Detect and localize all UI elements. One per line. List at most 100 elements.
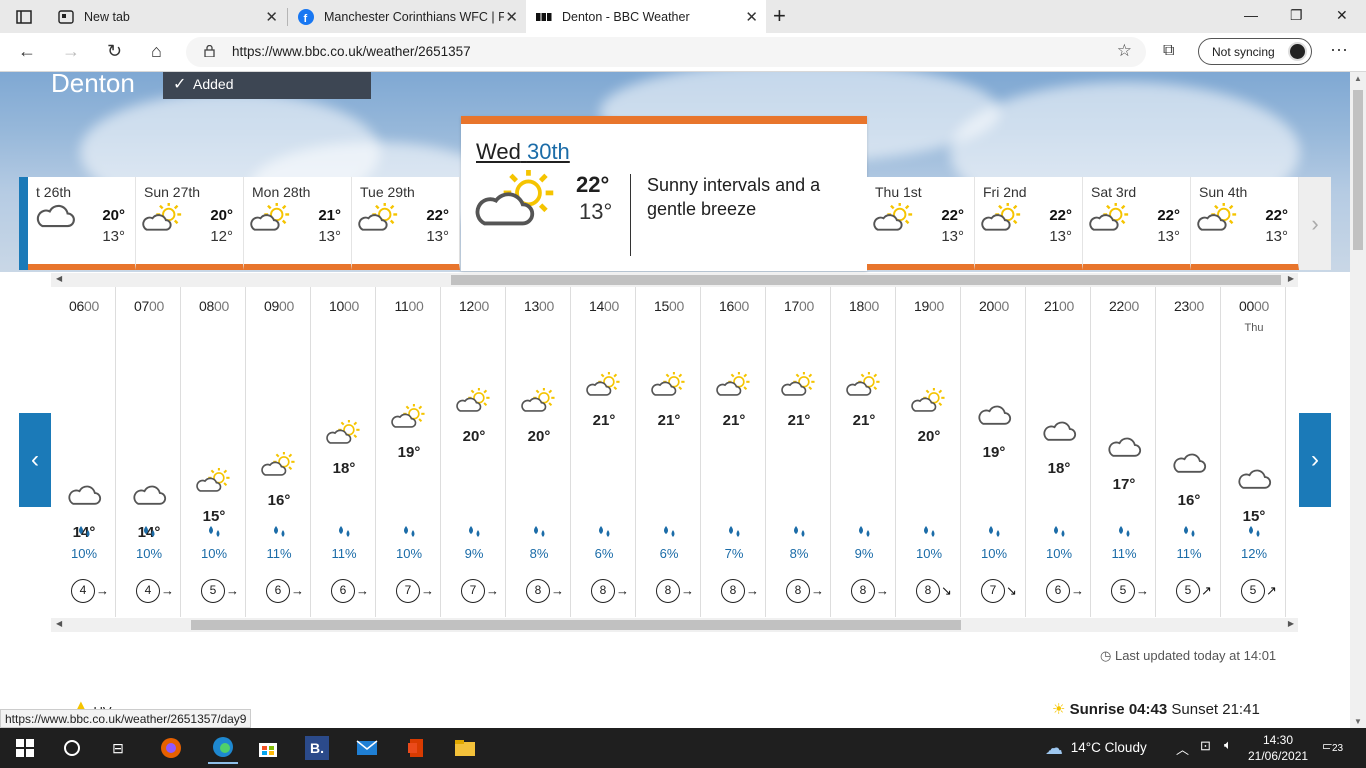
scroll-thumb[interactable]	[451, 275, 1281, 285]
close-tab-icon[interactable]: ✕	[745, 8, 758, 26]
file-explorer-icon[interactable]	[453, 736, 477, 760]
tab-actions-icon[interactable]	[12, 5, 36, 29]
day-card[interactable]: Sat 3rd 22° 13°	[1083, 177, 1191, 270]
hour-m: 00	[929, 298, 944, 314]
hour-m: 00	[1059, 298, 1074, 314]
store-icon[interactable]	[256, 736, 280, 760]
new-tab-button[interactable]: +	[773, 3, 786, 29]
favorite-star-icon[interactable]: ☆	[1117, 41, 1132, 61]
edge-icon[interactable]	[208, 732, 238, 764]
hour-column[interactable]: 1100 19° 10% 7 →	[377, 287, 441, 617]
back-icon[interactable]: ←	[18, 41, 36, 62]
rain-chance: 7%	[724, 546, 744, 561]
hour-column[interactable]: 1000 18° 11% 6 →	[312, 287, 376, 617]
hour-column[interactable]: 0600 14° 10% 4 →	[52, 287, 116, 617]
added-location-button[interactable]: ✓ Added	[163, 72, 371, 99]
day-card[interactable]: Sun 27th 20° 12°	[136, 177, 244, 270]
high-temp: 20°	[210, 207, 233, 224]
hour-column[interactable]: 0700 14° 10% 4 →	[117, 287, 181, 617]
collections-icon[interactable]: ⧉	[1163, 42, 1174, 60]
clock[interactable]: 14:30 21/06/2021	[1248, 732, 1308, 764]
scroll-thumb[interactable]	[1353, 90, 1363, 250]
hour-temp: 15°	[1242, 508, 1266, 525]
hour-column[interactable]: 2000 19° 10% 7 ↘	[962, 287, 1026, 617]
hour-column[interactable]: 1800 21° 9% 8 →	[832, 287, 896, 617]
windows-start-icon[interactable]	[13, 736, 37, 760]
network-icon[interactable]: ⊡	[1200, 738, 1211, 754]
page-scrollbar[interactable]: ▲ ▼	[1350, 72, 1366, 728]
location-name: Denton	[51, 72, 135, 98]
sun-cloud-icon	[521, 387, 557, 420]
day-card[interactable]: Sun 4th 22° 13°	[1191, 177, 1299, 270]
hour-column[interactable]: 1700 21° 8% 8 →	[767, 287, 831, 617]
hour-column[interactable]: 1200 20° 9% 7 →	[442, 287, 506, 617]
wind-direction-icon: ↘	[1006, 583, 1017, 598]
hour-column[interactable]: 2300 16° 11% 5 ↗	[1157, 287, 1221, 617]
hour-column[interactable]: 1900 20° 10% 8 ↘	[897, 287, 961, 617]
hour-time: 1700	[767, 298, 831, 314]
scroll-thumb[interactable]	[191, 620, 961, 630]
facebook-icon: f	[298, 8, 314, 25]
hour-column[interactable]: 1600 21° 7% 8 →	[702, 287, 766, 617]
hours-scrollbar[interactable]: ◀ ▶	[51, 618, 1298, 632]
hour-m: 00	[84, 298, 99, 314]
selected-day-panel[interactable]: Wed 30th 22° 13° Sunny intervals and a g…	[461, 116, 867, 271]
day-card[interactable]: t 26th 20° 13°	[28, 177, 136, 270]
day-name: Fri 2nd	[983, 184, 1027, 200]
wind-speed: 7	[461, 579, 485, 603]
hour-time: 1600	[702, 298, 766, 314]
notifications-button[interactable]: ▭ 23	[1322, 738, 1346, 754]
hour-h: 16	[719, 298, 734, 314]
hour-column[interactable]: 1400 21° 6% 8 →	[572, 287, 636, 617]
mail-icon[interactable]	[355, 736, 379, 760]
more-menu-icon[interactable]: ···	[1330, 39, 1348, 60]
weather-widget[interactable]: ☁ 14°C Cloudy	[1045, 738, 1147, 759]
url-field[interactable]: https://www.bbc.co.uk/weather/2651357 ☆	[186, 37, 1146, 67]
day-card[interactable]: Fri 2nd 22° 13°	[975, 177, 1083, 270]
volume-icon[interactable]: 🔈︎	[1224, 737, 1232, 753]
refresh-icon[interactable]: ↻	[107, 41, 122, 62]
day-card[interactable]: Tue 29th 22° 13°	[352, 177, 460, 270]
tab-manchester-corinthians[interactable]: f Manchester Corinthians WFC | Fa ✕	[288, 0, 526, 33]
days-scrollbar[interactable]: ◀ ▶	[51, 273, 1298, 287]
hour-h: 20	[979, 298, 994, 314]
close-window-icon[interactable]: ✕	[1336, 7, 1348, 24]
hour-column[interactable]: 0800 15° 10% 5 →	[182, 287, 246, 617]
day-card[interactable]: Mon 28th 21° 13°	[244, 177, 352, 270]
hours-next-button[interactable]: ›	[1299, 413, 1331, 507]
wind-speed: 8	[591, 579, 615, 603]
rain-chance: 12%	[1240, 546, 1268, 561]
wind-speed: 8	[916, 579, 940, 603]
day-card[interactable]: Thu 1st 22° 13°	[867, 177, 975, 270]
tab-bbc-weather[interactable]: Denton - BBC Weather ✕	[526, 0, 766, 33]
hour-column[interactable]: 0000 Thu 15° 12% 5 ↗	[1222, 287, 1286, 617]
wind-speed: 8	[851, 579, 875, 603]
hours-prev-button[interactable]: ‹	[19, 413, 51, 507]
raindrop-icon	[832, 524, 896, 545]
close-tab-icon[interactable]: ✕	[265, 8, 278, 26]
low-temp: 13°	[102, 228, 125, 245]
bbc-app-icon[interactable]: B.	[305, 736, 329, 760]
hour-column[interactable]: 2200 17° 11% 5 →	[1092, 287, 1156, 617]
restore-icon[interactable]: ❐	[1290, 7, 1303, 24]
tray-chevron-icon[interactable]: ︿	[1176, 739, 1189, 758]
days-next-button[interactable]: ›	[1299, 177, 1331, 270]
profile-sync-button[interactable]: Not syncing	[1198, 38, 1312, 65]
hour-column[interactable]: 1300 20° 8% 8 →	[507, 287, 571, 617]
hour-column[interactable]: 1500 21° 6% 8 →	[637, 287, 701, 617]
task-view-icon[interactable]: ⊟	[106, 736, 130, 760]
hour-column[interactable]: 2100 18° 10% 6 →	[1027, 287, 1091, 617]
firefox-icon[interactable]	[159, 736, 183, 760]
wind-direction-icon: →	[226, 583, 239, 598]
raindrop-icon	[1222, 524, 1286, 545]
close-tab-icon[interactable]: ✕	[505, 8, 518, 26]
tab-new-tab[interactable]: New tab ✕	[48, 0, 286, 33]
hour-column[interactable]: 0900 16° 11% 6 →	[247, 287, 311, 617]
office-icon[interactable]	[404, 736, 428, 760]
forward-icon[interactable]: →	[62, 41, 80, 62]
minimize-icon[interactable]: —	[1244, 7, 1258, 23]
hour-temp: 21°	[592, 412, 616, 429]
rain-chance: 6%	[659, 546, 679, 561]
home-icon[interactable]: ⌂	[151, 41, 162, 62]
search-icon[interactable]	[60, 736, 84, 760]
